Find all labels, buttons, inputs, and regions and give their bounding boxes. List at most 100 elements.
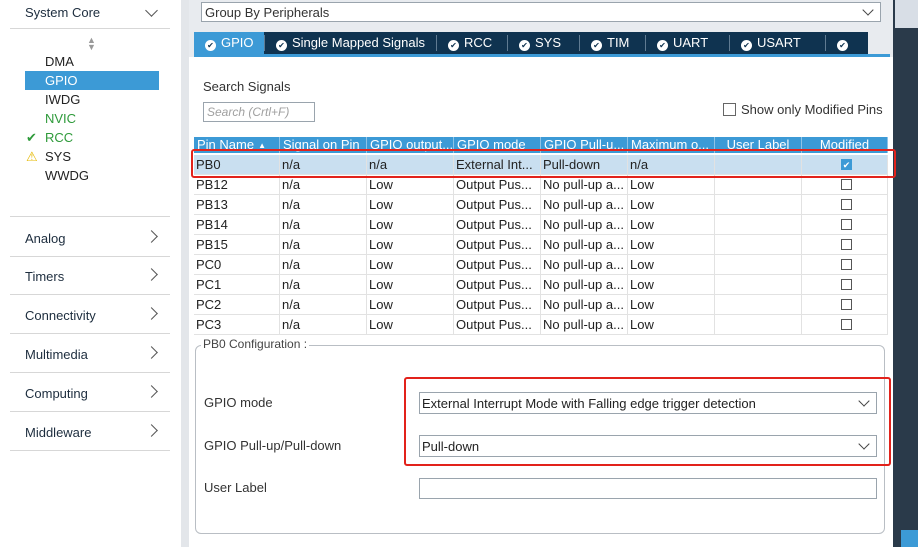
chevron-down-icon xyxy=(862,4,874,16)
table-cell: No pull-up a... xyxy=(541,295,628,315)
table-cell: Low xyxy=(367,275,454,295)
sidebar-item-iwdg[interactable]: IWDG xyxy=(25,90,159,109)
table-cell xyxy=(715,295,802,315)
gpio-mode-value: External Interrupt Mode with Falling edg… xyxy=(422,396,756,411)
sidebar-item-label: IWDG xyxy=(45,92,81,107)
tab-single-mapped-signals[interactable]: ✔ Single Mapped Signals xyxy=(265,32,435,54)
gpio-mode-select[interactable]: External Interrupt Mode with Falling edg… xyxy=(419,392,877,414)
table-row[interactable]: PB0 n/a n/a External Int... Pull-down n/a ✔ xyxy=(194,155,888,175)
tab-separator xyxy=(507,35,508,51)
check-icon: ✔ xyxy=(26,130,37,145)
gpio-content: Search Signals Show only Modified Pins P… xyxy=(189,57,893,547)
category-system-core[interactable]: System Core xyxy=(10,0,170,29)
column-header[interactable]: Modified xyxy=(802,137,888,153)
category-timers[interactable]: Timers xyxy=(10,255,170,295)
check-circle-icon: ✔ xyxy=(657,40,668,51)
column-header[interactable]: Maximum o... xyxy=(628,137,715,153)
sidebar-item-sys[interactable]: ⚠ SYS xyxy=(25,147,159,166)
table-cell xyxy=(715,315,802,335)
table-row[interactable]: PB12 n/a Low Output Pus... No pull-up a... Lo… xyxy=(194,175,888,195)
table-row[interactable]: PC1 n/a Low Output Pus... No pull-up a... Low xyxy=(194,275,888,295)
tab-gpio[interactable]: ✔ GPIO xyxy=(194,32,264,54)
warning-icon: ⚠ xyxy=(26,149,38,164)
modified-checkbox[interactable] xyxy=(841,219,852,230)
table-row[interactable]: PB14 n/a Low Output Pus... No pull-up a... Lo… xyxy=(194,215,888,235)
column-header[interactable]: GPIO mode xyxy=(454,137,541,153)
check-circle-icon: ✔ xyxy=(205,40,216,51)
check-circle-icon: ✔ xyxy=(276,40,287,51)
column-header[interactable]: Signal on Pin xyxy=(280,137,367,153)
table-cell: No pull-up a... xyxy=(541,195,628,215)
tab-separator xyxy=(729,35,730,51)
tab-usart[interactable]: ✔ USART xyxy=(730,32,824,54)
modified-cell xyxy=(802,315,888,335)
user-label-input[interactable] xyxy=(419,478,877,499)
column-header[interactable]: GPIO output... xyxy=(367,137,454,153)
sidebar-item-dma[interactable]: DMA xyxy=(25,52,159,71)
main-panel: Group By Peripherals ✔ GPIO ✔ Single Mapped… xyxy=(189,0,893,547)
table-cell: Output Pus... xyxy=(454,275,541,295)
modified-checkbox[interactable] xyxy=(841,299,852,310)
tab-tim[interactable]: ✔ TIM xyxy=(580,32,644,54)
sidebar: System Core ▲ ▼ DMA GPIO IWDG NVIC ✔ RCC ⚠ SYS WW… xyxy=(0,0,180,547)
category-label: Analog xyxy=(25,231,66,246)
table-row[interactable]: PC0 n/a Low Output Pus... No pull-up a... Low xyxy=(194,255,888,275)
category-label: Computing xyxy=(25,386,88,401)
table-row[interactable]: PB15 n/a Low Output Pus... No pull-up a... Lo… xyxy=(194,235,888,255)
modified-cell xyxy=(802,195,888,215)
search-input[interactable] xyxy=(203,102,315,122)
tab-nvic[interactable]: ✔NVIC xyxy=(826,32,868,71)
table-cell: Low xyxy=(628,175,715,195)
sidebar-item-wwdg[interactable]: WWDG xyxy=(25,166,159,185)
table-cell: External Int... xyxy=(454,155,541,175)
category-middleware[interactable]: Middleware xyxy=(10,411,170,451)
pull-select[interactable]: Pull-down xyxy=(419,435,877,457)
table-cell: No pull-up a... xyxy=(541,235,628,255)
modified-checkbox[interactable]: ✔ xyxy=(841,159,852,170)
modified-checkbox[interactable] xyxy=(841,239,852,250)
table-cell: Low xyxy=(367,315,454,335)
category-label: Timers xyxy=(25,269,65,284)
table-row[interactable]: PC3 n/a Low Output Pus... No pull-up a... Low xyxy=(194,315,888,335)
chevron-right-icon xyxy=(145,307,158,320)
modified-checkbox[interactable] xyxy=(841,199,852,210)
column-header[interactable]: User Label xyxy=(715,137,802,153)
table-row[interactable]: PB13 n/a Low Output Pus... No pull-up a... Lo… xyxy=(194,195,888,215)
checkbox-icon[interactable] xyxy=(723,103,736,116)
column-header[interactable]: GPIO Pull-u... xyxy=(541,137,628,153)
table-cell: n/a xyxy=(280,255,367,275)
table-cell: PB13 xyxy=(194,195,280,215)
table-cell: Output Pus... xyxy=(454,175,541,195)
modified-checkbox[interactable] xyxy=(841,319,852,330)
table-cell: Low xyxy=(628,255,715,275)
sidebar-item-nvic[interactable]: NVIC xyxy=(25,109,159,128)
table-cell: Output Pus... xyxy=(454,295,541,315)
modified-checkbox[interactable] xyxy=(841,179,852,190)
tab-rcc[interactable]: ✔ RCC xyxy=(437,32,506,54)
sidebar-item-rcc[interactable]: ✔ RCC xyxy=(25,128,159,147)
table-cell: PC3 xyxy=(194,315,280,335)
table-cell: No pull-up a... xyxy=(541,275,628,295)
column-header[interactable]: Pin Name ▲ xyxy=(194,137,280,153)
right-panel-header xyxy=(895,0,918,28)
sidebar-item-gpio[interactable]: GPIO xyxy=(25,71,159,90)
table-cell: Low xyxy=(628,215,715,235)
modified-checkbox[interactable] xyxy=(841,279,852,290)
table-row[interactable]: PC2 n/a Low Output Pus... No pull-up a... Low xyxy=(194,295,888,315)
check-circle-icon: ✔ xyxy=(448,40,459,51)
category-connectivity[interactable]: Connectivity xyxy=(10,294,170,334)
group-by-select[interactable]: Group By Peripherals xyxy=(201,2,881,22)
table-cell: PB12 xyxy=(194,175,280,195)
table-cell xyxy=(715,175,802,195)
tab-label: GPIO xyxy=(221,35,254,50)
category-computing[interactable]: Computing xyxy=(10,372,170,412)
show-modified-checkbox[interactable]: Show only Modified Pins xyxy=(723,102,883,117)
tab-sys[interactable]: ✔ SYS xyxy=(508,32,578,54)
category-analog[interactable]: Analog xyxy=(10,216,170,257)
search-field[interactable] xyxy=(207,104,311,120)
tab-uart[interactable]: ✔ UART xyxy=(646,32,728,54)
modified-checkbox[interactable] xyxy=(841,259,852,270)
category-multimedia[interactable]: Multimedia xyxy=(10,333,170,373)
sort-arrows-icon: ▲ ▼ xyxy=(87,35,96,52)
splitter[interactable] xyxy=(181,0,189,547)
